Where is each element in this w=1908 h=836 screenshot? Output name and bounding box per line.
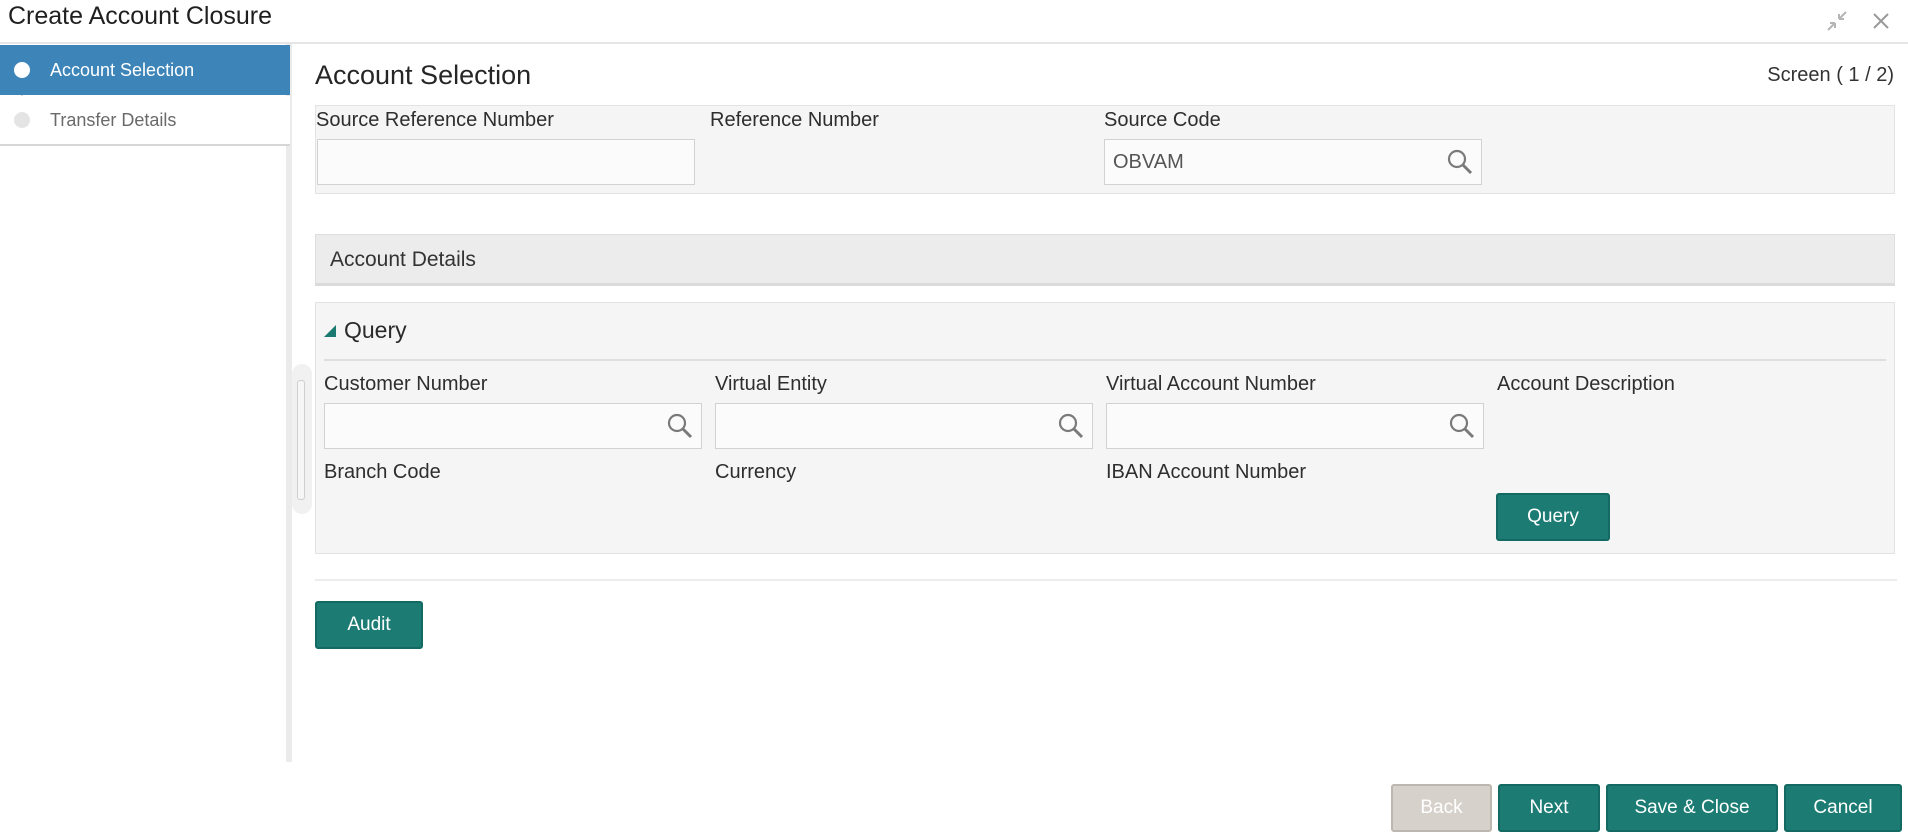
source-code-value: OBVAM (1113, 150, 1184, 173)
query-section-toggle[interactable]: Query (324, 317, 407, 344)
window-title: Create Account Closure (8, 2, 273, 30)
sidebar-item-account-selection[interactable]: Account Selection (0, 45, 290, 95)
currency-label: Currency (715, 461, 797, 483)
sidebar-item-transfer-details[interactable]: Transfer Details (0, 96, 290, 146)
search-icon[interactable] (1057, 412, 1085, 440)
virtual-account-number-input[interactable] (1106, 403, 1484, 449)
collapse-triangle-icon (324, 324, 336, 337)
title-bar: Create Account Closure (0, 0, 1908, 44)
cancel-button[interactable]: Cancel (1784, 784, 1902, 832)
source-reference-number-input[interactable] (317, 139, 695, 185)
virtual-entity-label: Virtual Entity (715, 373, 827, 395)
source-code-label: Source Code (1104, 109, 1221, 131)
query-section-label: Query (344, 317, 407, 343)
account-details-label: Account Details (330, 248, 476, 271)
step-active-icon (14, 62, 30, 78)
close-button[interactable] (1866, 8, 1896, 34)
screen-indicator: Screen ( 1 / 2) (1767, 64, 1894, 86)
minimize-icon (1827, 11, 1847, 31)
save-close-button[interactable]: Save & Close (1606, 784, 1778, 832)
customer-number-input[interactable] (324, 403, 702, 449)
query-button[interactable]: Query (1496, 493, 1610, 541)
back-button[interactable]: Back (1391, 784, 1492, 832)
source-code-input[interactable]: OBVAM (1104, 139, 1482, 185)
sidebar-item-label: Account Selection (50, 59, 195, 80)
step-inactive-icon (14, 112, 30, 128)
query-panel: Query Customer Number Virtual Entity Vir… (315, 302, 1895, 554)
account-description-label: Account Description (1497, 373, 1675, 395)
close-icon (1873, 13, 1889, 29)
audit-button[interactable]: Audit (315, 601, 423, 649)
main-content: Account Selection Screen ( 1 / 2) Source… (298, 44, 1908, 762)
customer-number-label: Customer Number (324, 373, 488, 395)
search-icon[interactable] (1446, 148, 1474, 176)
branch-code-label: Branch Code (324, 461, 441, 483)
query-divider (324, 359, 1886, 361)
reference-number-label: Reference Number (710, 109, 879, 131)
virtual-entity-input[interactable] (715, 403, 1093, 449)
wizard-sidebar: Account Selection Transfer Details (0, 44, 292, 762)
page-title: Account Selection (315, 60, 532, 90)
virtual-account-number-label: Virtual Account Number (1106, 373, 1316, 395)
sidebar-item-label: Transfer Details (50, 109, 177, 130)
account-details-header[interactable]: Account Details (315, 234, 1895, 286)
source-reference-number-label: Source Reference Number (316, 109, 554, 131)
search-icon[interactable] (666, 412, 694, 440)
minimize-button[interactable] (1822, 8, 1852, 34)
iban-account-number-label: IBAN Account Number (1106, 461, 1307, 483)
section-divider (315, 579, 1897, 581)
header-fields-panel: Source Reference Number Reference Number… (315, 105, 1895, 194)
search-icon[interactable] (1448, 412, 1476, 440)
next-button[interactable]: Next (1498, 784, 1600, 832)
